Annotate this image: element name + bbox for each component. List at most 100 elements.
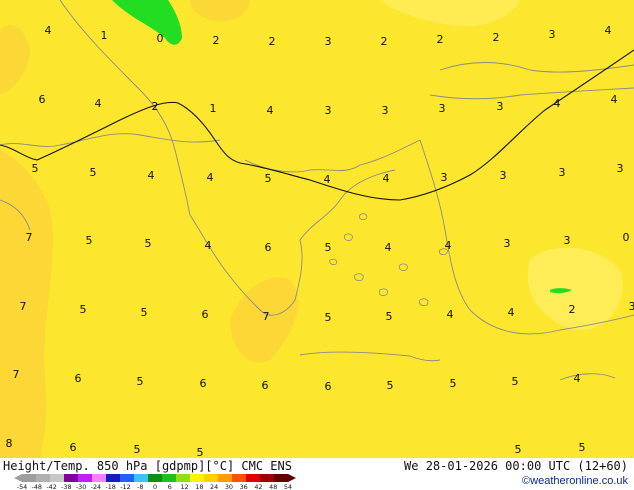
weather-map-view: 4102232223464214333344554454433337554654… — [0, 0, 634, 490]
temperature-value: 5 — [512, 375, 519, 388]
temperature-value: 3 — [439, 102, 446, 115]
temperature-value: 6 — [39, 93, 46, 106]
temperature-value: 4 — [445, 239, 452, 252]
temperature-value: 5 — [90, 166, 97, 179]
temperature-value: 3 — [629, 300, 634, 313]
temperature-value: 4 — [508, 306, 515, 319]
temperature-value: 1 — [210, 102, 217, 115]
temperature-value: 5 — [515, 443, 522, 456]
temperature-value: 4 — [385, 241, 392, 254]
color-scale-legend: -54 -48 -42 -38 -30 -24 -18 -12 -8 0 6 12 18 24 30 36 42… — [14, 474, 296, 490]
legend-swatch — [204, 474, 219, 482]
legend-tick-label: 54 — [284, 483, 292, 490]
temperature-value: 4 — [45, 24, 52, 37]
map-footer: Height/Temp. 850 hPa [gdpmp][°C] CMC ENS… — [0, 458, 634, 490]
temperature-value: 3 — [500, 169, 507, 182]
temperature-value: 7 — [13, 368, 20, 381]
temperature-value: 6 — [325, 380, 332, 393]
temperature-value: 5 — [32, 162, 39, 175]
temperature-value: 4 — [324, 173, 331, 186]
legend-swatch — [176, 474, 191, 482]
legend-swatch — [106, 474, 121, 482]
temperature-value: 4 — [267, 104, 274, 117]
temperature-value: 3 — [504, 237, 511, 250]
legend-tick-label: 6 — [168, 483, 172, 490]
temperature-value: 2 — [152, 100, 159, 113]
temperature-value: 7 — [20, 300, 27, 313]
legend-tick-label: -12 — [120, 483, 130, 490]
legend-swatch — [260, 474, 275, 482]
legend-tick-label: 36 — [240, 483, 248, 490]
temperature-value: 2 — [493, 31, 500, 44]
temperature-value: 2 — [437, 33, 444, 46]
temperature-value: 4 — [611, 93, 618, 106]
temperature-value: 5 — [265, 172, 272, 185]
temperature-value: 5 — [325, 311, 332, 324]
temperature-value: 7 — [263, 310, 270, 323]
temperature-value: 4 — [205, 239, 212, 252]
legend-tick-label: 30 — [225, 483, 233, 490]
legend-swatch — [148, 474, 163, 482]
temperature-value: 8 — [6, 437, 13, 450]
temperature-value: 3 — [441, 171, 448, 184]
temperature-value: 2 — [381, 35, 388, 48]
temperature-value: 2 — [569, 303, 576, 316]
legend-swatch — [246, 474, 261, 482]
temperature-value: 4 — [447, 308, 454, 321]
temperature-value: 3 — [617, 162, 624, 175]
temperature-value: 6 — [75, 372, 82, 385]
temperature-value: 2 — [269, 35, 276, 48]
legend-tick-label: -18 — [105, 483, 115, 490]
legend-tick-label: -42 — [46, 483, 56, 490]
temperature-value: 5 — [86, 234, 93, 247]
legend-swatch — [36, 474, 51, 482]
legend-swatch — [218, 474, 233, 482]
temperature-value: 3 — [564, 234, 571, 247]
legend-swatch — [92, 474, 107, 482]
legend-swatch — [120, 474, 135, 482]
temperature-value: 5 — [450, 377, 457, 390]
temperature-value: 6 — [200, 377, 207, 390]
temperature-value: 4 — [574, 372, 581, 385]
temperature-value: 3 — [559, 166, 566, 179]
legend-swatch — [162, 474, 177, 482]
valid-time: We 28-01-2026 00:00 UTC (12+60) — [404, 459, 628, 473]
temperature-value: 4 — [605, 24, 612, 37]
credit-link[interactable]: ©weatheronline.co.uk — [522, 475, 628, 487]
legend-tick-label: -48 — [32, 483, 42, 490]
legend-swatch — [50, 474, 65, 482]
temperature-value: 5 — [141, 306, 148, 319]
temperature-value: 6 — [70, 441, 77, 454]
legend-tick-label: -24 — [91, 483, 101, 490]
temperature-value: 5 — [386, 310, 393, 323]
temperature-value: 5 — [80, 303, 87, 316]
legend-tick-label: 24 — [210, 483, 218, 490]
temperature-value: 3 — [325, 104, 332, 117]
temperature-value: 0 — [623, 231, 630, 244]
temperature-value: 6 — [262, 379, 269, 392]
map-title: Height/Temp. 850 hPa [gdpmp][°C] CMC ENS — [3, 459, 292, 473]
temperature-value: 1 — [101, 29, 108, 42]
temperature-value: 4 — [95, 97, 102, 110]
temperature-value: 5 — [134, 443, 141, 456]
legend-tick-label: 0 — [153, 483, 157, 490]
legend-arrow-right — [288, 474, 296, 482]
temperature-value: 6 — [202, 308, 209, 321]
temperature-value: 3 — [549, 28, 556, 41]
temperature-value: 3 — [325, 35, 332, 48]
map-background — [0, 0, 634, 458]
legend-tick-label: -8 — [137, 483, 143, 490]
temperature-value: 5 — [325, 241, 332, 254]
temperature-value: 6 — [265, 241, 272, 254]
temperature-value: 5 — [137, 375, 144, 388]
legend-swatch — [232, 474, 247, 482]
legend-swatch — [22, 474, 37, 482]
legend-swatch — [78, 474, 93, 482]
temperature-map: 4 1 0 2 2 3 2 2 2 3 4 6 4 2 1 4 3 3 3 3 4 4 5 5 4 4 5 4 4 3 3 3 3 7 5 5 4 6 5 4… — [0, 0, 634, 458]
legend-tick-label: -30 — [76, 483, 86, 490]
legend-swatch — [64, 474, 79, 482]
legend-tick-label: 48 — [269, 483, 277, 490]
legend-swatch — [134, 474, 149, 482]
temperature-value: 7 — [26, 231, 33, 244]
temperature-value: 3 — [497, 100, 504, 113]
